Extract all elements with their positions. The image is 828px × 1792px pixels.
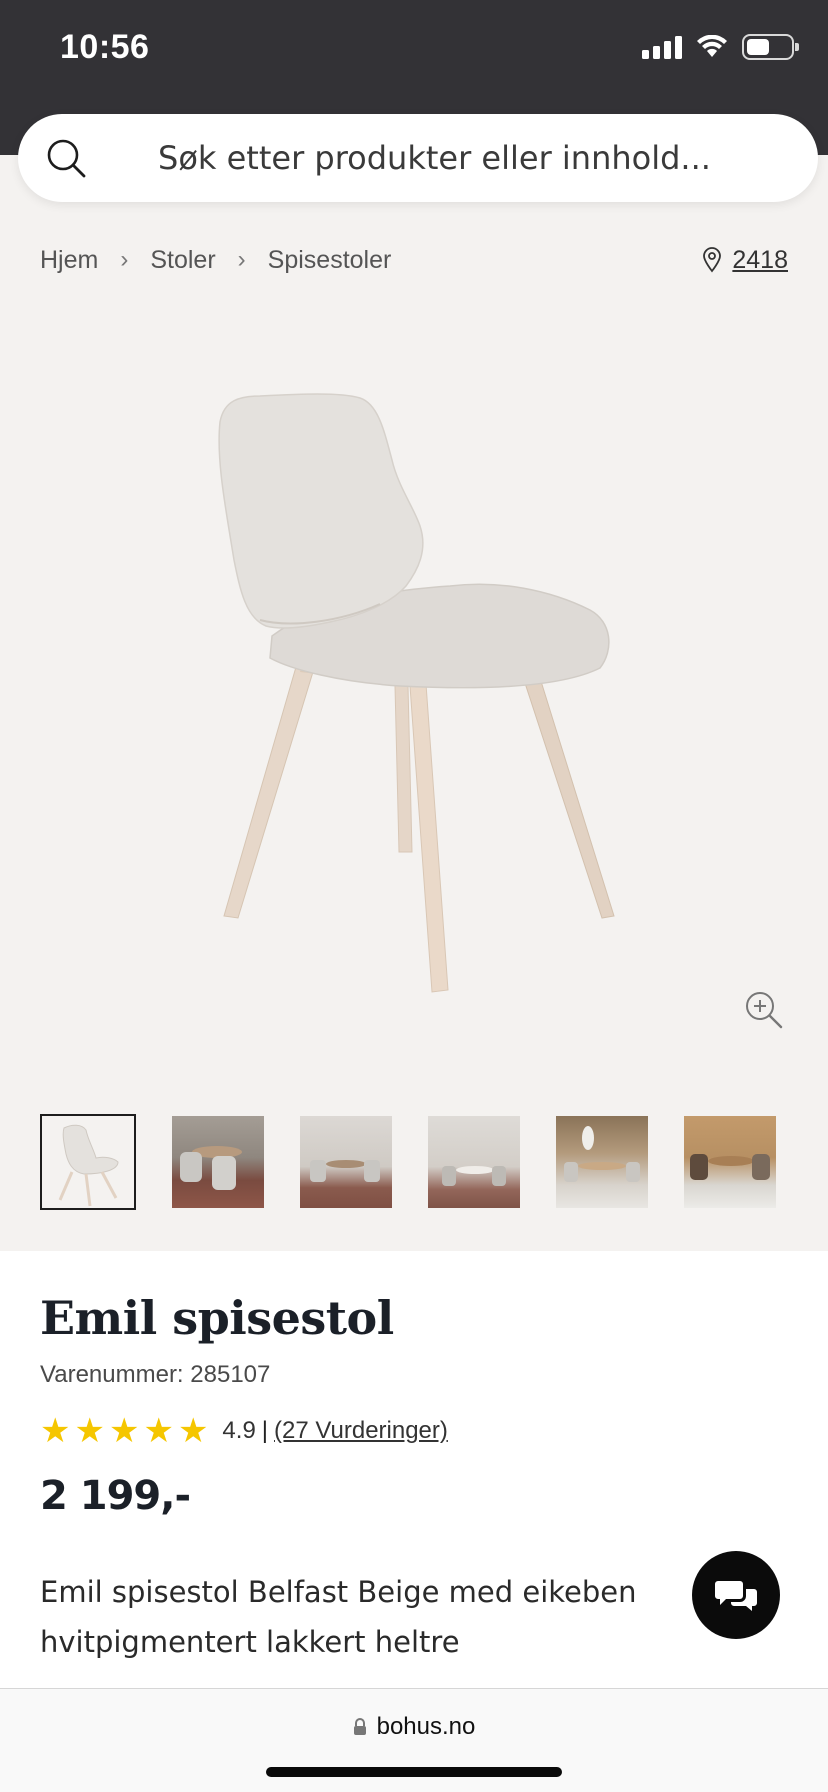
- lock-icon: [353, 1718, 366, 1735]
- location-pin-icon: [703, 247, 722, 273]
- store-selector[interactable]: 2418: [702, 240, 788, 280]
- thumbnail-5[interactable]: [556, 1116, 648, 1208]
- chat-button[interactable]: [692, 1551, 780, 1639]
- breadcrumb-item-stoler[interactable]: Stoler: [150, 246, 215, 275]
- star-icon: ★: [40, 1412, 71, 1450]
- thumbnail-1[interactable]: [40, 1114, 136, 1210]
- product-image[interactable]: [200, 390, 630, 1000]
- star-icon: ★: [177, 1412, 209, 1450]
- rating-row: ★ ★ ★ ★ ★ 4.9 | (27 Vurderinger): [40, 1411, 448, 1451]
- browser-bar: bohus.no: [0, 1688, 828, 1792]
- status-time: 10:56: [60, 28, 150, 66]
- sku-label: Varenummer:: [40, 1361, 184, 1388]
- rating-value: 4.9: [222, 1417, 256, 1444]
- store-number[interactable]: 2418: [732, 246, 788, 275]
- home-indicator[interactable]: [266, 1767, 562, 1777]
- battery-icon: [742, 34, 799, 60]
- search-input[interactable]: [158, 114, 798, 202]
- thumbnail-image: [58, 1124, 119, 1207]
- thumbnail-3[interactable]: [300, 1116, 392, 1208]
- product-description: Emil spisestol Belfast Beige med eikeben…: [40, 1575, 637, 1659]
- chat-bubbles-icon: [715, 1581, 757, 1611]
- zoom-in-icon[interactable]: [744, 990, 784, 1030]
- breadcrumb-item-spisestoler[interactable]: Spisestoler: [268, 246, 392, 275]
- sku: Varenummer: 285107: [40, 1361, 270, 1389]
- star-icon: ★: [143, 1412, 174, 1450]
- thumbnail-4[interactable]: [428, 1116, 520, 1208]
- wifi-icon: [697, 35, 727, 57]
- reviews-link[interactable]: (27 Vurderinger): [274, 1417, 448, 1445]
- sku-value: 285107: [190, 1361, 271, 1388]
- rating-separator: |: [261, 1417, 269, 1444]
- star-icon: ★: [74, 1412, 105, 1450]
- chevron-right-icon: ›: [237, 246, 246, 273]
- product-info: Emil spisestol Varenummer: 285107 ★ ★ ★ …: [0, 1251, 828, 1688]
- search-bar[interactable]: [18, 114, 818, 202]
- product-title: Emil spisestol: [40, 1291, 394, 1345]
- thumbnail-6[interactable]: [684, 1116, 776, 1208]
- url-text: bohus.no: [376, 1713, 476, 1740]
- cellular-signal-icon: [642, 35, 682, 59]
- price: 2 199,-: [40, 1473, 191, 1519]
- rating-stars: ★ ★ ★ ★ ★: [40, 1414, 208, 1448]
- star-icon: ★: [108, 1412, 140, 1450]
- search-icon[interactable]: [44, 136, 88, 180]
- status-icons: [642, 34, 799, 60]
- chevron-right-icon: ›: [120, 246, 129, 273]
- thumbnail-2[interactable]: [172, 1116, 264, 1208]
- breadcrumb-item-hjem[interactable]: Hjem: [40, 246, 98, 275]
- thumbnail-strip: [40, 1114, 776, 1210]
- url-bar[interactable]: bohus.no: [0, 1713, 828, 1741]
- breadcrumb: Hjem › Stoler › Spisestoler: [40, 240, 391, 280]
